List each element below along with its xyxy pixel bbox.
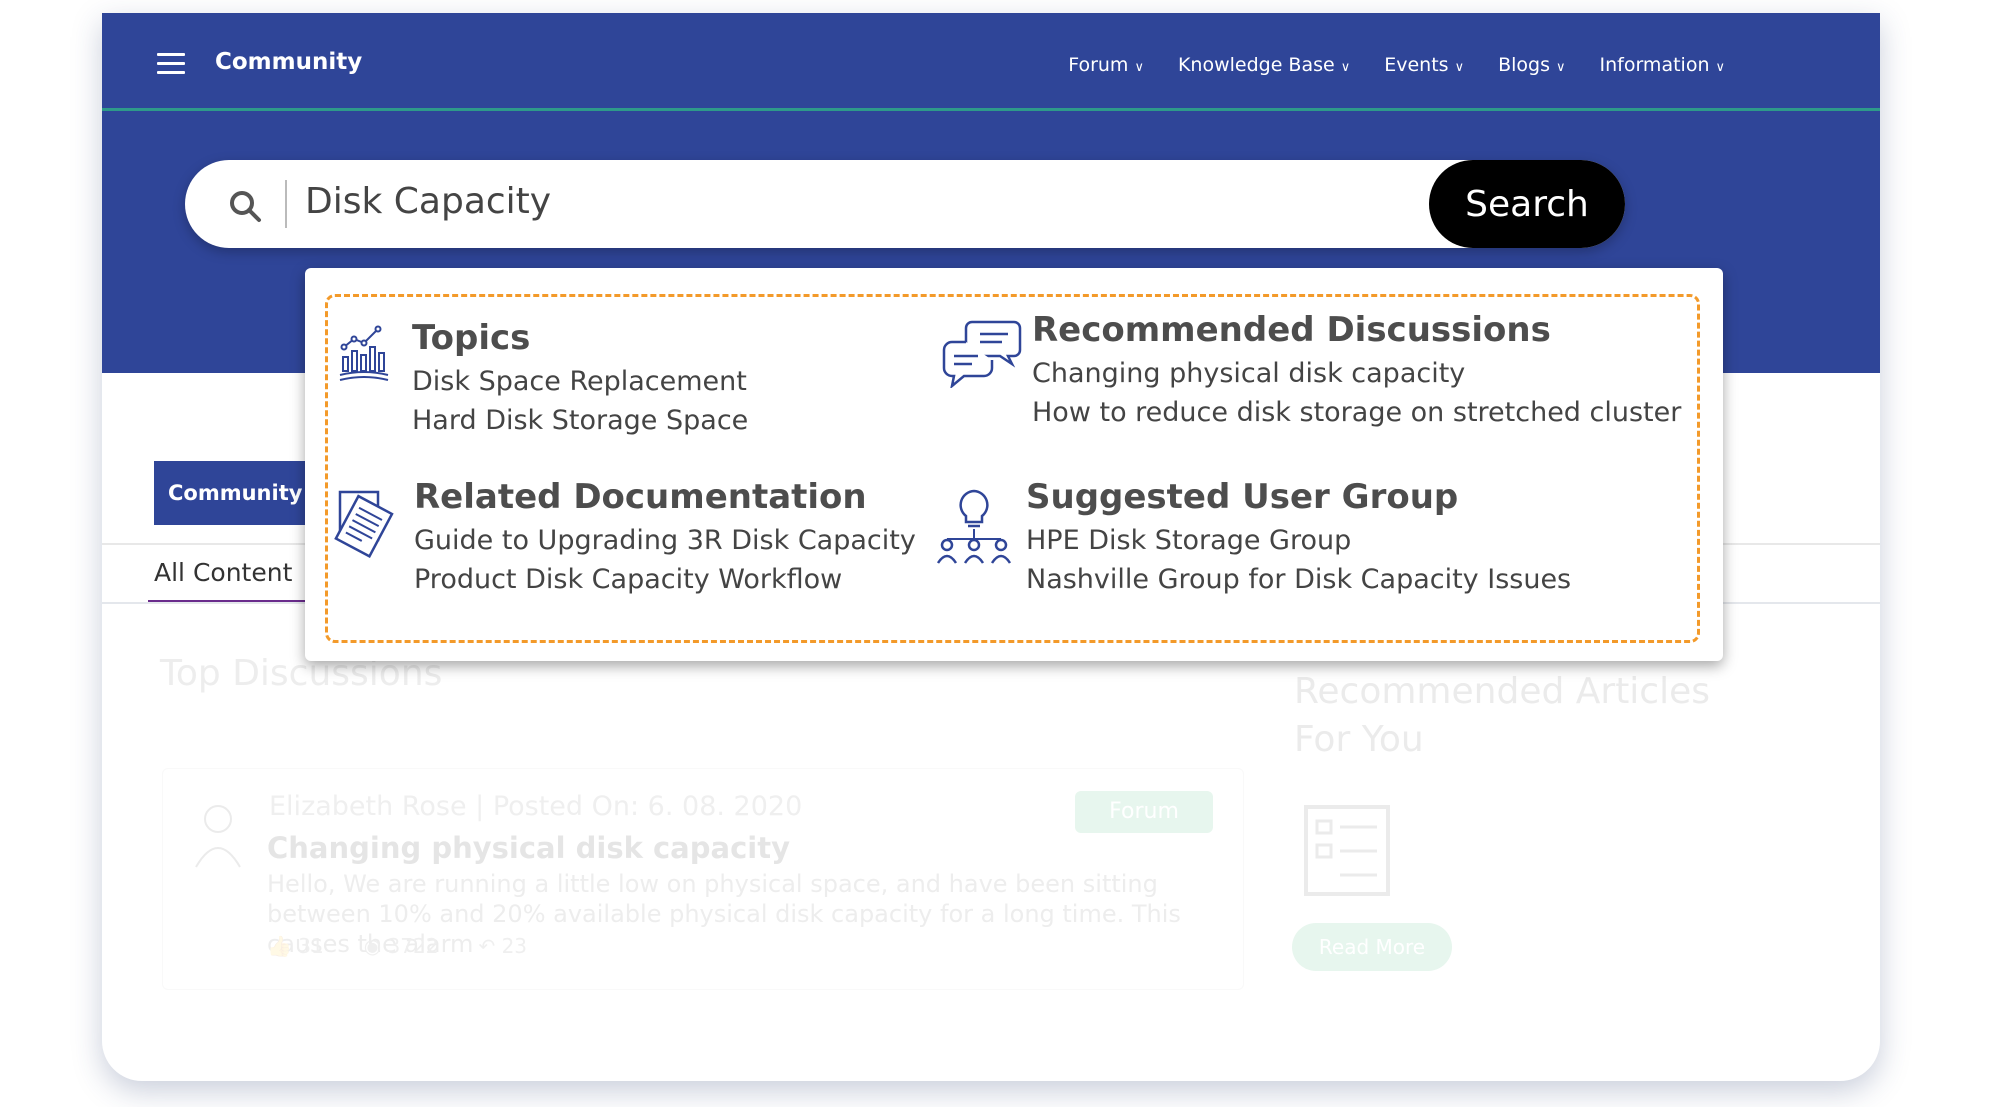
suggestion-link[interactable]: Guide to Upgrading 3R Disk Capacity	[414, 525, 916, 556]
nav-item-knowledge-base[interactable]: Knowledge Base ∨	[1178, 54, 1350, 76]
likes-value: 31	[298, 934, 324, 958]
search-icon	[230, 191, 261, 222]
search-button[interactable]: Search	[1429, 160, 1625, 248]
nav-item-blogs[interactable]: Blogs ∨	[1498, 54, 1565, 76]
article-icon	[1304, 805, 1390, 896]
nav-item-label: Forum	[1068, 54, 1129, 76]
section-title: Topics	[412, 318, 531, 358]
document-icon	[334, 490, 394, 558]
suggestion-link[interactable]: How to reduce disk storage on stretched …	[1032, 397, 1681, 428]
top-navigation-bar: Community Forum ∨ Knowledge Base ∨ Events ∨…	[102, 13, 1880, 111]
chevron-down-icon: ∨	[1555, 60, 1566, 75]
recommended-articles-label: Recommended Articles For You	[1294, 671, 1711, 760]
views-value: 3722	[387, 934, 439, 958]
section-title: Suggested User Group	[1026, 477, 1459, 517]
nav-item-label: Knowledge Base	[1177, 54, 1335, 76]
views-count: ◉ 3722	[363, 934, 439, 958]
suggestion-link[interactable]: HPE Disk Storage Group	[1026, 525, 1571, 556]
status-badge: Forum	[1075, 791, 1213, 833]
search-input[interactable]	[305, 176, 1305, 226]
read-more-button[interactable]: Read More	[1292, 923, 1452, 971]
chat-bubbles-icon	[942, 320, 1022, 388]
nav-item-events[interactable]: Events ∨	[1384, 54, 1464, 76]
brand-title[interactable]: Community	[215, 49, 362, 75]
suggestion-link[interactable]: Hard Disk Storage Space	[412, 405, 748, 436]
post-meta: Elizabeth Rose | Posted On: 6. 08. 2020	[269, 791, 803, 822]
suggestion-link[interactable]: Product Disk Capacity Workflow	[414, 564, 916, 595]
suggestion-section-related-documentation: Related Documentation Guide to Upgrading…	[414, 477, 916, 595]
nav-item-label: Information	[1599, 54, 1710, 76]
section-title-recommended-articles: Recommended Articles For You	[1294, 668, 1754, 764]
lightbulb-group-icon	[936, 489, 1012, 564]
chevron-down-icon: ∨	[1340, 60, 1351, 75]
discussion-card[interactable]: Elizabeth Rose | Posted On: 6. 08. 2020 …	[162, 768, 1244, 990]
suggestion-section-topics: Topics Disk Space Replacement Hard Disk …	[412, 318, 748, 436]
replies-value: 23	[501, 934, 528, 958]
chart-book-icon	[339, 325, 389, 381]
discussion-title[interactable]: Changing physical disk capacity	[267, 831, 790, 865]
chevron-down-icon: ∨	[1715, 60, 1725, 75]
discussion-stats: 👍 31 ◉ 3722 ↶ 23	[267, 934, 527, 958]
section-title: Recommended Discussions	[1032, 310, 1551, 350]
suggestion-link[interactable]: Disk Space Replacement	[412, 366, 748, 397]
tab-all-content[interactable]: All Content	[154, 558, 292, 587]
nav-item-forum[interactable]: Forum ∨	[1068, 54, 1144, 76]
suggestion-link[interactable]: Nashville Group for Disk Capacity Issues	[1026, 564, 1571, 595]
hamburger-menu-icon[interactable]	[157, 53, 185, 75]
nav-item-label: Blogs	[1498, 54, 1550, 76]
section-title: Related Documentation	[414, 477, 867, 517]
chevron-down-icon: ∨	[1454, 60, 1465, 75]
likes-count: 👍 31	[267, 934, 324, 958]
replies-count: ↶ 23	[478, 934, 528, 958]
avatar	[195, 805, 241, 868]
nav-item-label: Events	[1384, 54, 1449, 76]
suggestion-section-suggested-user-group: Suggested User Group HPE Disk Storage Gr…	[1026, 477, 1571, 595]
nav-item-information[interactable]: Information ∨	[1600, 54, 1726, 76]
suggestion-link[interactable]: Changing physical disk capacity	[1032, 358, 1681, 389]
search-bar: Search	[185, 160, 1625, 248]
chevron-down-icon: ∨	[1134, 60, 1144, 75]
main-menu: Forum ∨ Knowledge Base ∨ Events ∨ Blogs ∨ In…	[1068, 54, 1725, 76]
suggestion-section-recommended-discussions: Recommended Discussions Changing physica…	[1032, 310, 1681, 428]
search-divider	[285, 180, 287, 228]
